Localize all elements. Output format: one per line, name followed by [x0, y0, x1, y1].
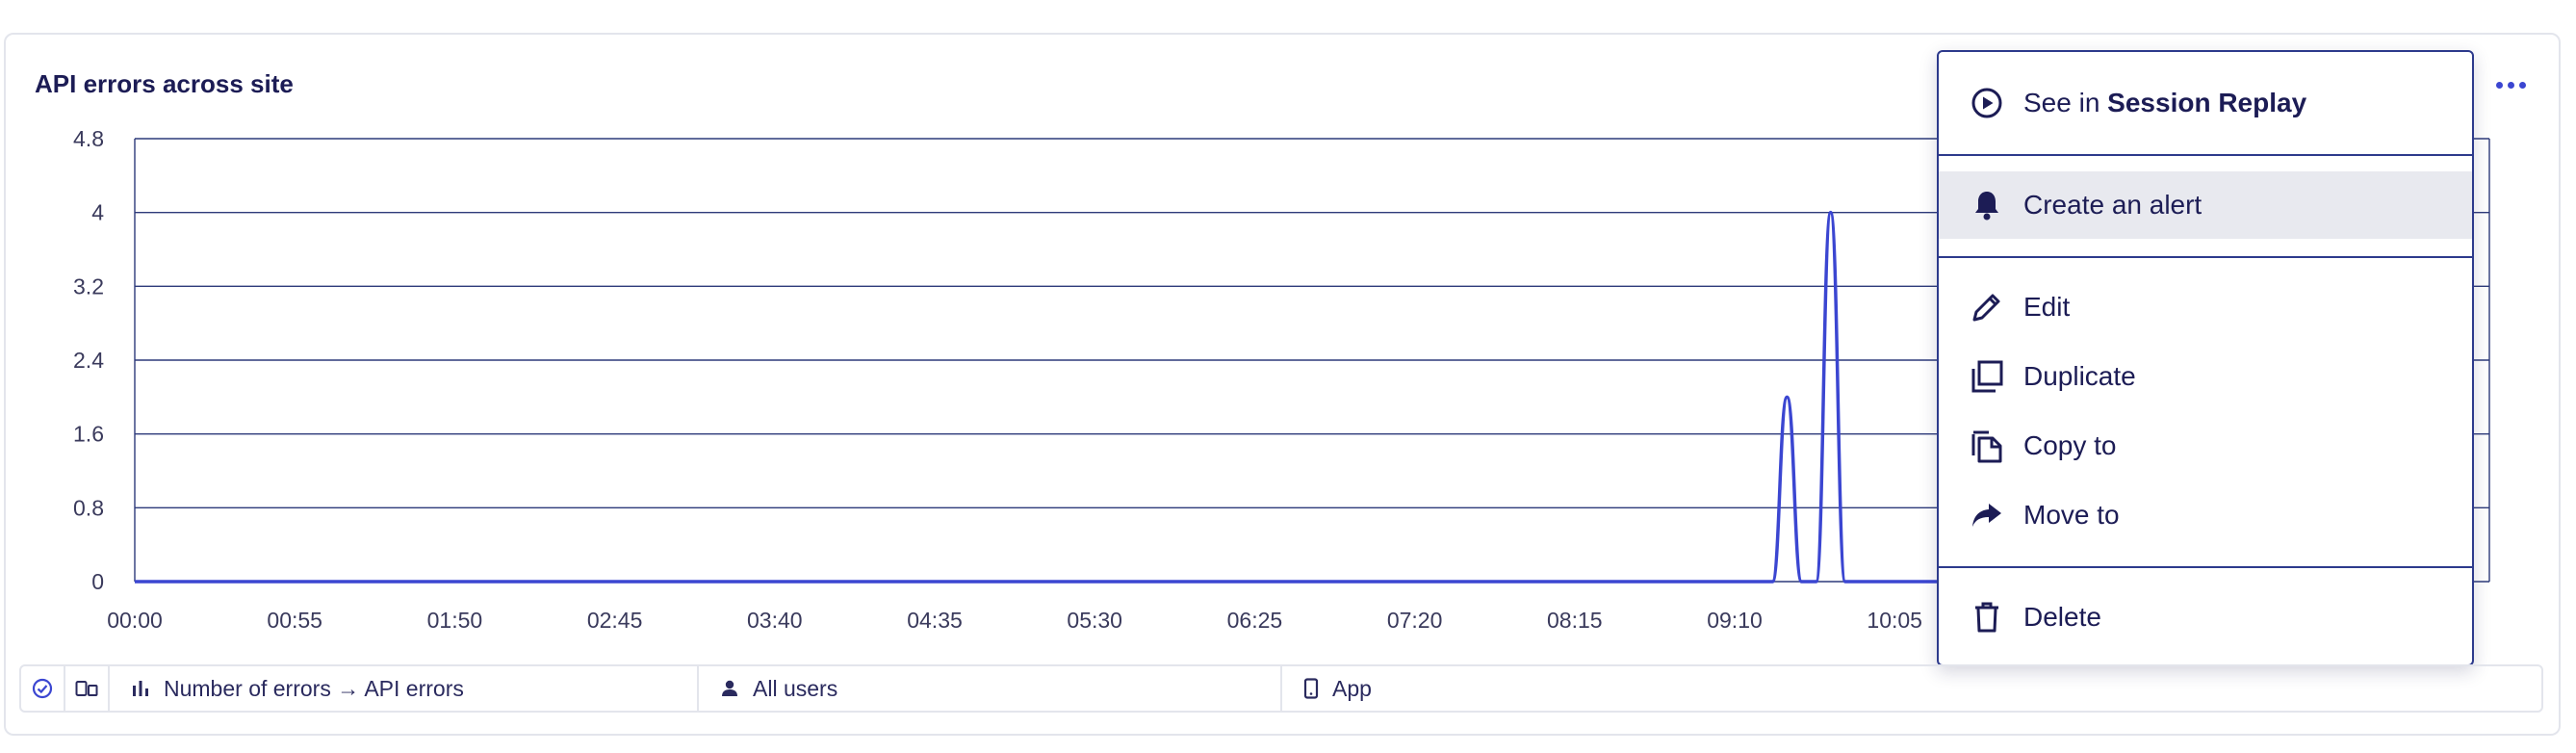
devices-toggle[interactable] — [65, 666, 110, 711]
x-tick-label: 03:40 — [747, 608, 803, 633]
x-tick-label: 07:20 — [1387, 608, 1443, 633]
x-tick-label: 04:35 — [907, 608, 963, 633]
menu-item-label: Duplicate — [2023, 361, 2136, 391]
check-circle-icon — [32, 678, 53, 699]
menu-item-create-alert[interactable]: Create an alert — [1939, 171, 2472, 239]
y-tick-label: 4 — [91, 200, 104, 225]
copy-to-icon — [1970, 428, 2004, 463]
check-toggle[interactable] — [21, 666, 65, 711]
play-circle-icon — [1970, 86, 2004, 120]
duplicate-icon — [1970, 359, 2004, 394]
bar-chart-icon — [133, 681, 148, 696]
x-tick-label: 00:00 — [107, 608, 163, 633]
y-axis-ticks: 0 0.8 1.6 2.4 3.2 4 4.8 — [73, 126, 104, 594]
bell-icon — [1970, 188, 2004, 222]
trash-icon — [1970, 600, 2004, 635]
user-icon — [722, 680, 737, 696]
y-tick-label: 1.6 — [73, 422, 104, 447]
y-tick-label: 3.2 — [73, 273, 104, 299]
x-axis-ticks: 00:00 00:55 01:50 02:45 03:40 04:35 05:30 06:25… — [107, 608, 1922, 633]
menu-item-label: Copy to — [2023, 430, 2117, 460]
platform-filter[interactable]: App — [1282, 666, 2541, 711]
menu-item-move-to[interactable]: Move to — [1939, 481, 2472, 549]
pencil-icon — [1970, 290, 2004, 325]
menu-item-label: Edit — [2023, 292, 2071, 322]
y-tick-label: 2.4 — [73, 348, 104, 373]
devices-icon — [75, 681, 98, 696]
x-tick-label: 02:45 — [587, 608, 643, 633]
x-tick-label: 10:05 — [1867, 608, 1922, 633]
menu-item-duplicate[interactable]: Duplicate — [1939, 343, 2472, 410]
x-tick-label: 01:50 — [427, 608, 483, 633]
x-tick-label: 09:10 — [1707, 608, 1763, 633]
menu-item-delete[interactable]: Delete — [1939, 584, 2472, 651]
x-tick-label: 08:15 — [1547, 608, 1603, 633]
y-tick-label: 4.8 — [73, 126, 104, 151]
mobile-phone-icon — [1303, 678, 1319, 699]
menu-item-see-in-session-replay[interactable]: See in Session Replay — [1939, 69, 2472, 137]
menu-divider — [1939, 566, 2472, 568]
menu-item-label: Move to — [2023, 500, 2120, 530]
platform-filter-label: App — [1332, 675, 1372, 701]
context-menu: See in Session Replay Create an alert Ed… — [1937, 50, 2474, 666]
menu-item-edit[interactable]: Edit — [1939, 273, 2472, 341]
x-tick-label: 00:55 — [267, 608, 322, 633]
series-group — [135, 210, 2227, 584]
y-tick-label: 0.8 — [73, 495, 104, 520]
x-tick-label: 06:25 — [1227, 608, 1283, 633]
filter-bar: Number of errors → API errors All users … — [19, 664, 2543, 713]
menu-item-copy-to[interactable]: Copy to — [1939, 412, 2472, 480]
menu-divider — [1939, 154, 2472, 156]
share-arrow-icon — [1970, 498, 2004, 532]
menu-item-label: Delete — [2023, 602, 2101, 632]
menu-item-label: Create an alert — [2023, 190, 2202, 220]
menu-item-label: See in Session Replay — [2023, 88, 2307, 117]
users-filter[interactable]: All users — [699, 666, 1282, 711]
menu-divider — [1939, 256, 2472, 258]
x-tick-label: 05:30 — [1067, 608, 1122, 633]
metric-filter-label: Number of errors → API errors — [164, 675, 464, 701]
metric-filter[interactable]: Number of errors → API errors — [110, 666, 699, 711]
users-filter-label: All users — [753, 675, 838, 701]
series-line — [135, 210, 2227, 584]
y-tick-label: 0 — [91, 569, 104, 594]
